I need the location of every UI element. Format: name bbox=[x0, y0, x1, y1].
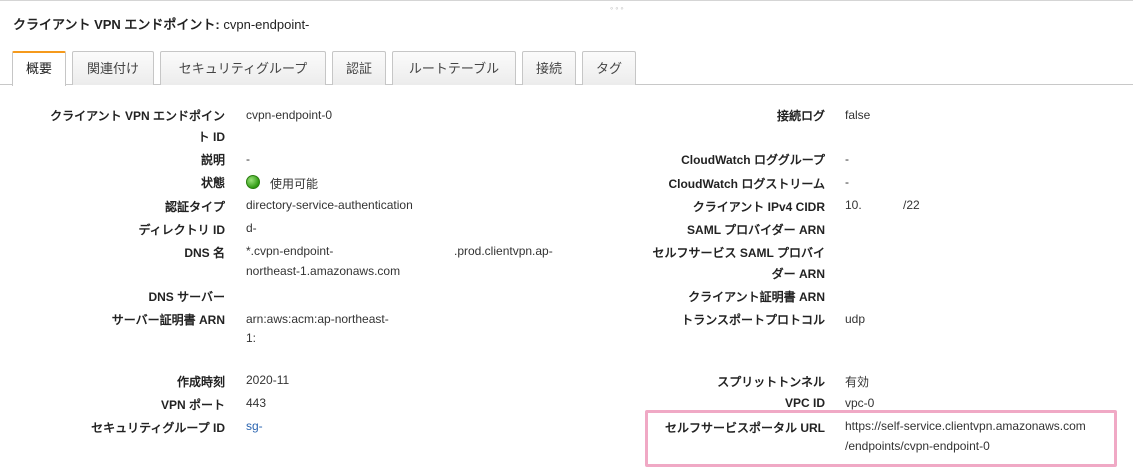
state-label: 状態 bbox=[200, 176, 225, 190]
server-cert-value-line1: arn:aws:acm:ap-northeast- bbox=[246, 312, 389, 326]
dns-server-label: DNS サーバー bbox=[148, 290, 225, 304]
description-value: - bbox=[246, 152, 250, 166]
self-service-portal-url-label: セルフサービスポータル URL bbox=[665, 421, 825, 435]
client-ipv4-cidr-label: クライアント IPv4 CIDR bbox=[692, 200, 825, 214]
dns-name-value-line2: northeast-1.amazonaws.com bbox=[246, 264, 401, 278]
status-available-icon bbox=[246, 175, 260, 189]
description-label: 説明 bbox=[200, 153, 225, 167]
cloudwatch-log-stream-label: CloudWatch ログストリーム bbox=[668, 177, 825, 191]
tab-connections[interactable]: 接続 bbox=[522, 51, 576, 85]
dns-name-value-part2: .prod.clientvpn.ap- bbox=[454, 244, 553, 258]
endpoint-id-label-line1: クライアント VPN エンドポイン bbox=[50, 109, 225, 123]
security-group-id-link[interactable]: sg- bbox=[246, 419, 263, 433]
created-time-label: 作成時刻 bbox=[176, 375, 225, 389]
cloudwatch-log-group-label: CloudWatch ロググループ bbox=[681, 153, 825, 167]
security-group-id-label: セキュリティグループ ID bbox=[91, 421, 225, 435]
server-cert-value-line2: 1: bbox=[246, 331, 257, 345]
panel-resize-handle[interactable]: ◦◦◦ bbox=[610, 4, 626, 13]
tab-tags[interactable]: タグ bbox=[582, 51, 636, 85]
directory-id-value: d- bbox=[246, 221, 257, 235]
tab-authorization[interactable]: 認証 bbox=[332, 51, 386, 85]
tab-security-groups[interactable]: セキュリティグループ bbox=[160, 51, 326, 85]
endpoint-id-label-line2: ト ID bbox=[197, 130, 225, 144]
self-service-portal-url-line1[interactable]: https://self-service.clientvpn.amazonaws… bbox=[845, 419, 1086, 433]
endpoint-id-value: cvpn-endpoint-0 bbox=[246, 108, 333, 122]
split-tunnel-value: 有効 bbox=[845, 375, 870, 389]
tab-route-table[interactable]: ルートテーブル bbox=[392, 51, 516, 85]
transport-protocol-label: トランスポートプロトコル bbox=[681, 313, 825, 327]
vpc-id-label: VPC ID bbox=[784, 396, 825, 410]
directory-id-label: ディレクトリ ID bbox=[138, 223, 226, 237]
self-service-portal-url-line2[interactable]: /endpoints/cvpn-endpoint-0 bbox=[845, 439, 990, 453]
transport-protocol-value: udp bbox=[845, 312, 866, 326]
client-ipv4-cidr-value-part2: /22 bbox=[903, 198, 920, 212]
vpn-port-label: VPN ポート bbox=[160, 398, 225, 412]
state-value: 使用可能 bbox=[270, 177, 319, 191]
self-service-saml-label-line1: セルフサービス SAML プロバイ bbox=[652, 246, 825, 260]
vpc-id-value: vpc-0 bbox=[845, 396, 875, 410]
panel-top-border bbox=[0, 0, 1133, 1]
detail-tabs: 概要 関連付け セキュリティグループ 認証 ルートテーブル 接続 タグ bbox=[0, 51, 1133, 86]
created-time-value: 2020-11 bbox=[246, 373, 290, 387]
vpn-port-value: 443 bbox=[246, 396, 267, 410]
client-ipv4-cidr-value-part1: 10. bbox=[845, 198, 862, 212]
saml-provider-arn-label: SAML プロバイダー ARN bbox=[687, 223, 825, 237]
tab-associations[interactable]: 関連付け bbox=[72, 51, 154, 85]
split-tunnel-label: スプリットトンネル bbox=[717, 375, 825, 389]
dns-name-label: DNS 名 bbox=[184, 246, 225, 260]
cloudwatch-log-stream-value: - bbox=[845, 175, 849, 189]
auth-type-value: directory-service-authentication bbox=[246, 198, 413, 212]
page-title-label: クライアント VPN エンドポイント: bbox=[13, 17, 220, 32]
client-cert-arn-label: クライアント証明書 ARN bbox=[688, 290, 825, 304]
page-title-endpoint: cvpn-endpoint- bbox=[223, 17, 310, 32]
cloudwatch-log-group-value: - bbox=[845, 152, 849, 166]
dns-name-value-part1: *.cvpn-endpoint- bbox=[246, 244, 334, 258]
page-title: クライアント VPN エンドポイント: cvpn-endpoint- bbox=[13, 14, 309, 33]
connection-log-value: false bbox=[845, 108, 871, 122]
connection-log-label: 接続ログ bbox=[776, 109, 825, 123]
tab-summary[interactable]: 概要 bbox=[12, 51, 66, 86]
self-service-saml-label-line2: ダー ARN bbox=[771, 267, 825, 281]
server-cert-label: サーバー証明書 ARN bbox=[111, 313, 225, 327]
auth-type-label: 認証タイプ bbox=[164, 200, 225, 214]
